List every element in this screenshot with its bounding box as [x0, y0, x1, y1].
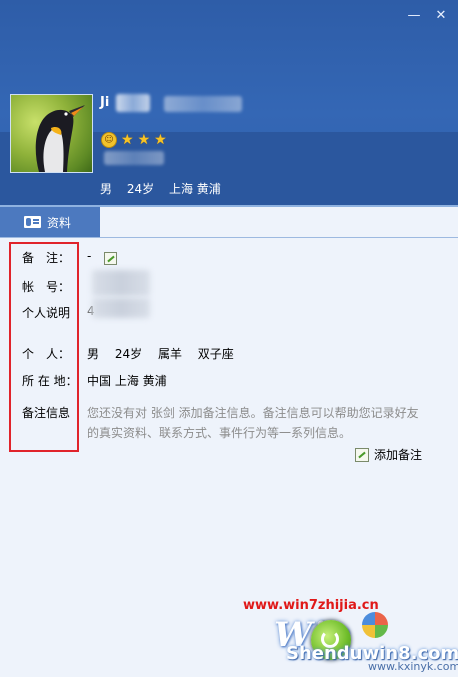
- minimize-icon: —: [407, 8, 421, 23]
- tab-label: 资料: [47, 215, 72, 230]
- highlight-box: [9, 242, 79, 452]
- id-card-icon: [24, 216, 41, 228]
- level-badges: ☺ ★ ★ ★: [101, 132, 167, 148]
- brief-age: 24岁: [126, 182, 155, 196]
- personal-star-sign: 双子座: [197, 347, 234, 361]
- personal-zodiac: 属羊: [157, 347, 182, 361]
- avatar[interactable]: [10, 94, 93, 173]
- blurred-id: [164, 96, 242, 112]
- brief-location: 上海 黄浦: [168, 182, 221, 196]
- close-button[interactable]: ✕: [432, 8, 450, 24]
- sun-level-icon: ☺: [101, 132, 117, 148]
- close-icon: ✕: [435, 8, 447, 23]
- minimize-button[interactable]: —: [405, 8, 423, 24]
- personal-age: 24岁: [114, 347, 143, 361]
- star-icon: ★: [137, 132, 151, 148]
- nickname: Ji: [100, 95, 110, 110]
- blurred-signature-value: [92, 298, 150, 318]
- tab-divider: [0, 237, 458, 238]
- profile-brief: 男 24岁 上海 黄浦: [100, 180, 232, 197]
- tab-profile[interactable]: 资料: [0, 207, 100, 237]
- watermark-site-secondary: www.kxinyk.com: [368, 660, 458, 673]
- add-remark-label: 添加备注: [374, 448, 423, 462]
- windows-logo-icon: [362, 612, 388, 638]
- brief-gender: 男: [100, 182, 113, 196]
- star-icon: ★: [121, 132, 134, 148]
- add-remark-button[interactable]: 添加备注: [355, 446, 422, 463]
- blurred-nickname: [116, 94, 150, 112]
- watermark-url: www.win7zhijia.cn: [243, 598, 379, 613]
- location-value: 中国 上海 黄浦: [87, 374, 167, 388]
- edit-remark-icon[interactable]: [104, 252, 117, 265]
- edit-icon: [355, 447, 369, 462]
- star-icon: ★: [154, 132, 167, 148]
- personal-gender: 男: [87, 347, 100, 361]
- blurred-account: [92, 270, 150, 296]
- penguin-image: [35, 105, 85, 172]
- remark-value: -: [87, 249, 92, 263]
- remark-info-text: 您还没有对 张剑 添加备注信息。备注信息可以帮助您记录好友的真实资料、联系方式、…: [87, 406, 419, 440]
- blurred-signature: [104, 151, 164, 165]
- personal-value: 男 24岁 属羊 双子座: [87, 345, 246, 362]
